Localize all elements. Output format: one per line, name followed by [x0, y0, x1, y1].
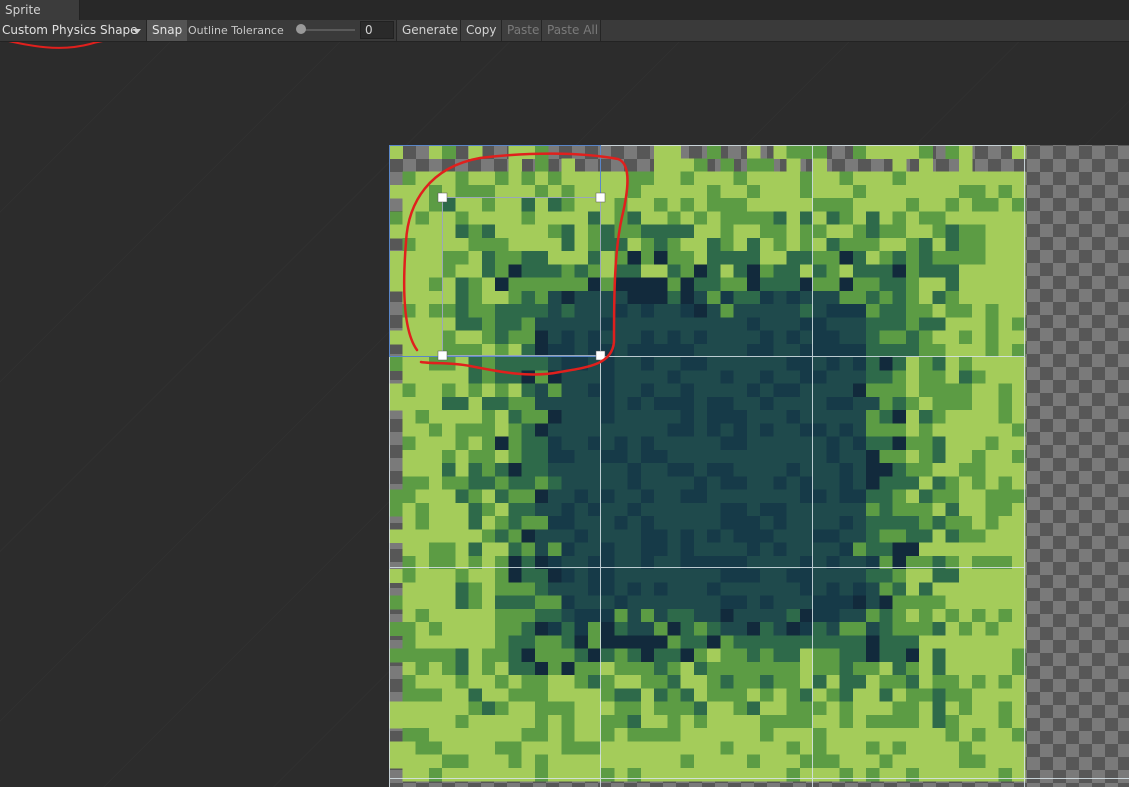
copy-button[interactable]: Copy — [460, 20, 502, 41]
sprite-canvas[interactable] — [0, 42, 1129, 787]
toolbar-empty-area — [600, 20, 1129, 41]
editor-mode-dropdown[interactable]: Custom Physics Shape — [0, 20, 144, 41]
sprite-editor-tab[interactable]: Sprite Editor — [0, 0, 80, 38]
generate-button[interactable]: Generate — [396, 20, 464, 41]
annotation-underline — [8, 42, 104, 49]
editor-mode-value: Custom Physics Shape — [2, 23, 138, 37]
paste-all-button[interactable]: Paste All — [541, 20, 604, 41]
outline-tolerance-slider-handle[interactable] — [296, 24, 306, 34]
snap-toggle[interactable]: Snap — [146, 20, 188, 41]
outline-tolerance-input[interactable]: 0 — [360, 21, 394, 39]
window-tab-bar: Sprite Editor — [0, 0, 1129, 38]
annotation-layer — [8, 42, 104, 49]
paste-button[interactable]: Paste — [501, 20, 545, 41]
outline-tolerance-label: Outline Tolerance — [188, 24, 284, 37]
sprite-editor-toolbar: Custom Physics Shape Snap Outline Tolera… — [0, 20, 1129, 42]
chevron-down-icon — [133, 29, 141, 34]
outline-tolerance-slider-track[interactable] — [300, 29, 355, 31]
